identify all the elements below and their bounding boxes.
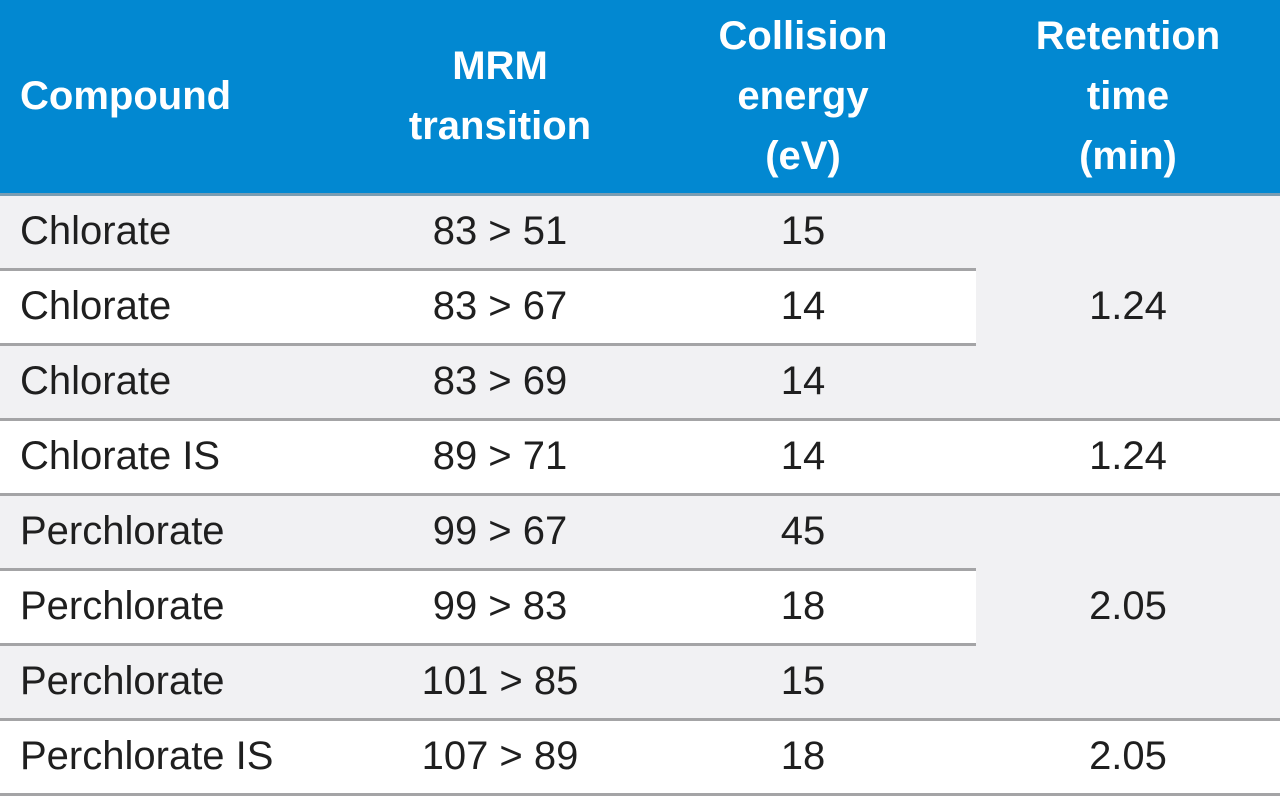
cell-transition: 83 > 69	[370, 344, 630, 421]
table-header: Compound MRM transition Collision energy…	[0, 0, 1280, 196]
cell-compound: Perchlorate	[0, 569, 370, 646]
cell-compound: Chlorate	[0, 344, 370, 421]
table-body: Chlorate 83 > 51 15 1.24 Chlorate 83 > 6…	[0, 194, 1280, 796]
cell-collision-energy: 45	[630, 494, 976, 571]
header-retention-time: Retention time (min)	[976, 0, 1280, 196]
cell-compound: Chlorate	[0, 194, 370, 271]
header-compound-label: Compound	[20, 74, 232, 119]
cell-retention-time: 2.05	[976, 719, 1280, 796]
header-mrm-line1: MRM	[452, 44, 548, 89]
table-row: Perchlorate IS 107 > 89 18 2.05	[0, 719, 1280, 796]
cell-compound: Perchlorate	[0, 644, 370, 721]
cell-transition: 101 > 85	[370, 644, 630, 721]
cell-collision-energy: 18	[630, 569, 976, 646]
cell-collision-energy: 14	[630, 269, 976, 346]
cell-compound: Perchlorate	[0, 494, 370, 571]
cell-transition: 99 > 67	[370, 494, 630, 571]
table-row: Perchlorate 99 > 67 45 2.05	[0, 494, 1280, 721]
header-collision-energy: Collision energy (eV)	[630, 0, 976, 196]
cell-compound: Perchlorate IS	[0, 719, 370, 796]
cell-compound: Chlorate	[0, 269, 370, 346]
header-rt-line2: time	[1086, 74, 1170, 119]
cell-transition: 99 > 83	[370, 569, 630, 646]
header-rt-line1: Retention	[1035, 14, 1221, 59]
cell-collision-energy: 15	[630, 194, 976, 271]
cell-retention-time: 2.05	[976, 494, 1280, 721]
table-row: Chlorate 83 > 51 15 1.24	[0, 194, 1280, 421]
header-row: Compound MRM transition Collision energy…	[0, 0, 1280, 196]
cell-collision-energy: 14	[630, 344, 976, 421]
cell-transition: 107 > 89	[370, 719, 630, 796]
header-mrm-transition: MRM transition	[370, 0, 630, 196]
mrm-parameters-table: Compound MRM transition Collision energy…	[0, 0, 1280, 796]
header-ce-line2: energy	[737, 74, 869, 119]
cell-collision-energy: 15	[630, 644, 976, 721]
cell-transition: 83 > 67	[370, 269, 630, 346]
header-rt-line3: (min)	[1079, 134, 1177, 179]
table-row: Chlorate IS 89 > 71 14 1.24	[0, 419, 1280, 496]
cell-collision-energy: 14	[630, 419, 976, 496]
header-ce-line1: Collision	[718, 14, 888, 59]
header-compound: Compound	[0, 0, 370, 196]
cell-transition: 83 > 51	[370, 194, 630, 271]
header-ce-line3: (eV)	[765, 134, 841, 179]
cell-compound: Chlorate IS	[0, 419, 370, 496]
cell-transition: 89 > 71	[370, 419, 630, 496]
cell-retention-time: 1.24	[976, 419, 1280, 496]
header-mrm-line2: transition	[408, 104, 592, 149]
cell-retention-time: 1.24	[976, 194, 1280, 421]
cell-collision-energy: 18	[630, 719, 976, 796]
